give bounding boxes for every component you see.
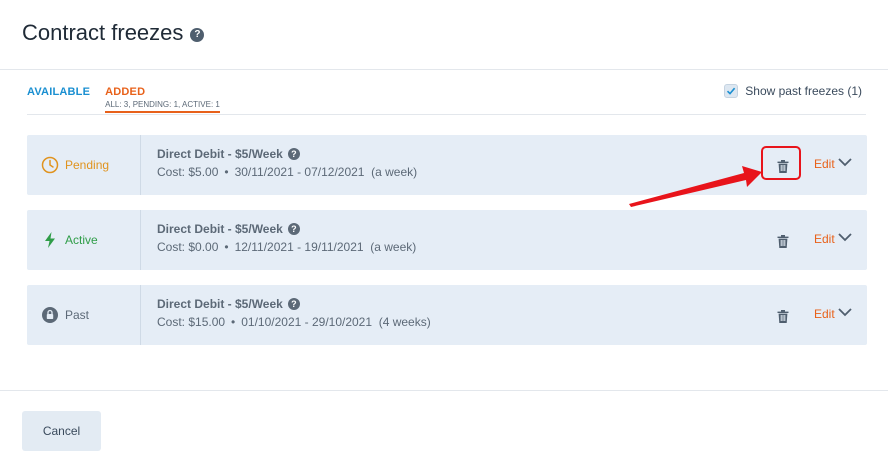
footer-divider	[0, 390, 888, 391]
annotation-arrow	[629, 166, 762, 207]
cancel-button[interactable]: Cancel	[22, 411, 101, 451]
